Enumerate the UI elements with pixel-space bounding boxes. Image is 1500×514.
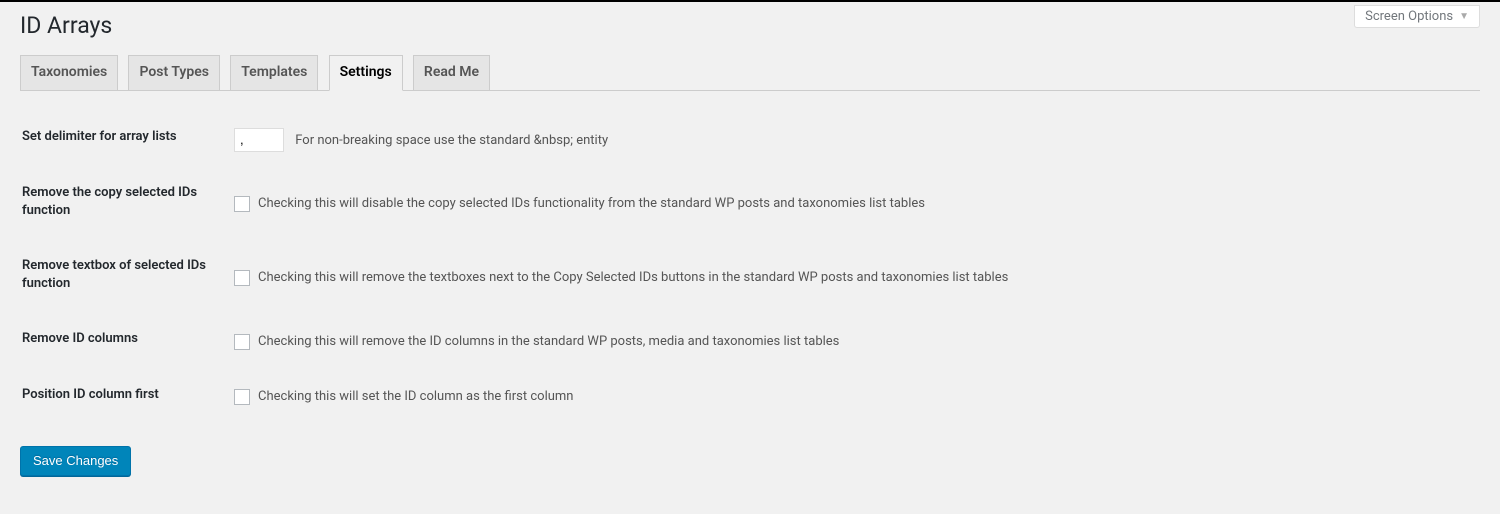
remove-copy-checkbox[interactable] bbox=[234, 196, 250, 212]
tab-read-me[interactable]: Read Me bbox=[413, 55, 490, 90]
position-first-label: Position ID column first bbox=[22, 371, 222, 424]
remove-textbox-row: Checking this will remove the textboxes … bbox=[234, 269, 1468, 287]
remove-copy-label: Remove the copy selected IDs function bbox=[22, 169, 222, 240]
remove-textbox-checkbox[interactable] bbox=[234, 270, 250, 286]
delimiter-input[interactable] bbox=[234, 128, 284, 152]
remove-id-columns-checkbox[interactable] bbox=[234, 334, 250, 350]
delimiter-description: For non-breaking space use the standard … bbox=[295, 133, 608, 148]
remove-id-columns-row: Checking this will remove the ID columns… bbox=[234, 333, 1468, 351]
chevron-down-icon: ▼ bbox=[1459, 11, 1469, 22]
tab-templates[interactable]: Templates bbox=[230, 55, 318, 90]
remove-id-columns-label: Remove ID columns bbox=[22, 315, 222, 368]
tab-settings[interactable]: Settings bbox=[329, 55, 403, 91]
remove-textbox-description: Checking this will remove the textboxes … bbox=[258, 269, 1008, 287]
save-button[interactable]: Save Changes bbox=[20, 446, 131, 476]
tab-post-types[interactable]: Post Types bbox=[128, 55, 220, 90]
settings-form-table: Set delimiter for array lists For non-br… bbox=[20, 111, 1480, 426]
remove-id-columns-description: Checking this will remove the ID columns… bbox=[258, 333, 839, 351]
delimiter-label: Set delimiter for array lists bbox=[22, 113, 222, 167]
remove-textbox-label: Remove textbox of selected IDs function bbox=[22, 242, 222, 313]
nav-tabs: Taxonomies Post Types Templates Settings… bbox=[20, 45, 1480, 91]
remove-copy-row: Checking this will disable the copy sele… bbox=[234, 195, 1468, 213]
tab-taxonomies[interactable]: Taxonomies bbox=[20, 55, 118, 90]
page-title: ID Arrays bbox=[20, 2, 1480, 45]
position-first-checkbox[interactable] bbox=[234, 389, 250, 405]
screen-options-label: Screen Options bbox=[1365, 9, 1453, 24]
remove-copy-description: Checking this will disable the copy sele… bbox=[258, 195, 925, 213]
position-first-row: Checking this will set the ID column as … bbox=[234, 388, 1468, 406]
screen-options-button[interactable]: Screen Options ▼ bbox=[1354, 5, 1480, 28]
position-first-description: Checking this will set the ID column as … bbox=[258, 388, 573, 406]
